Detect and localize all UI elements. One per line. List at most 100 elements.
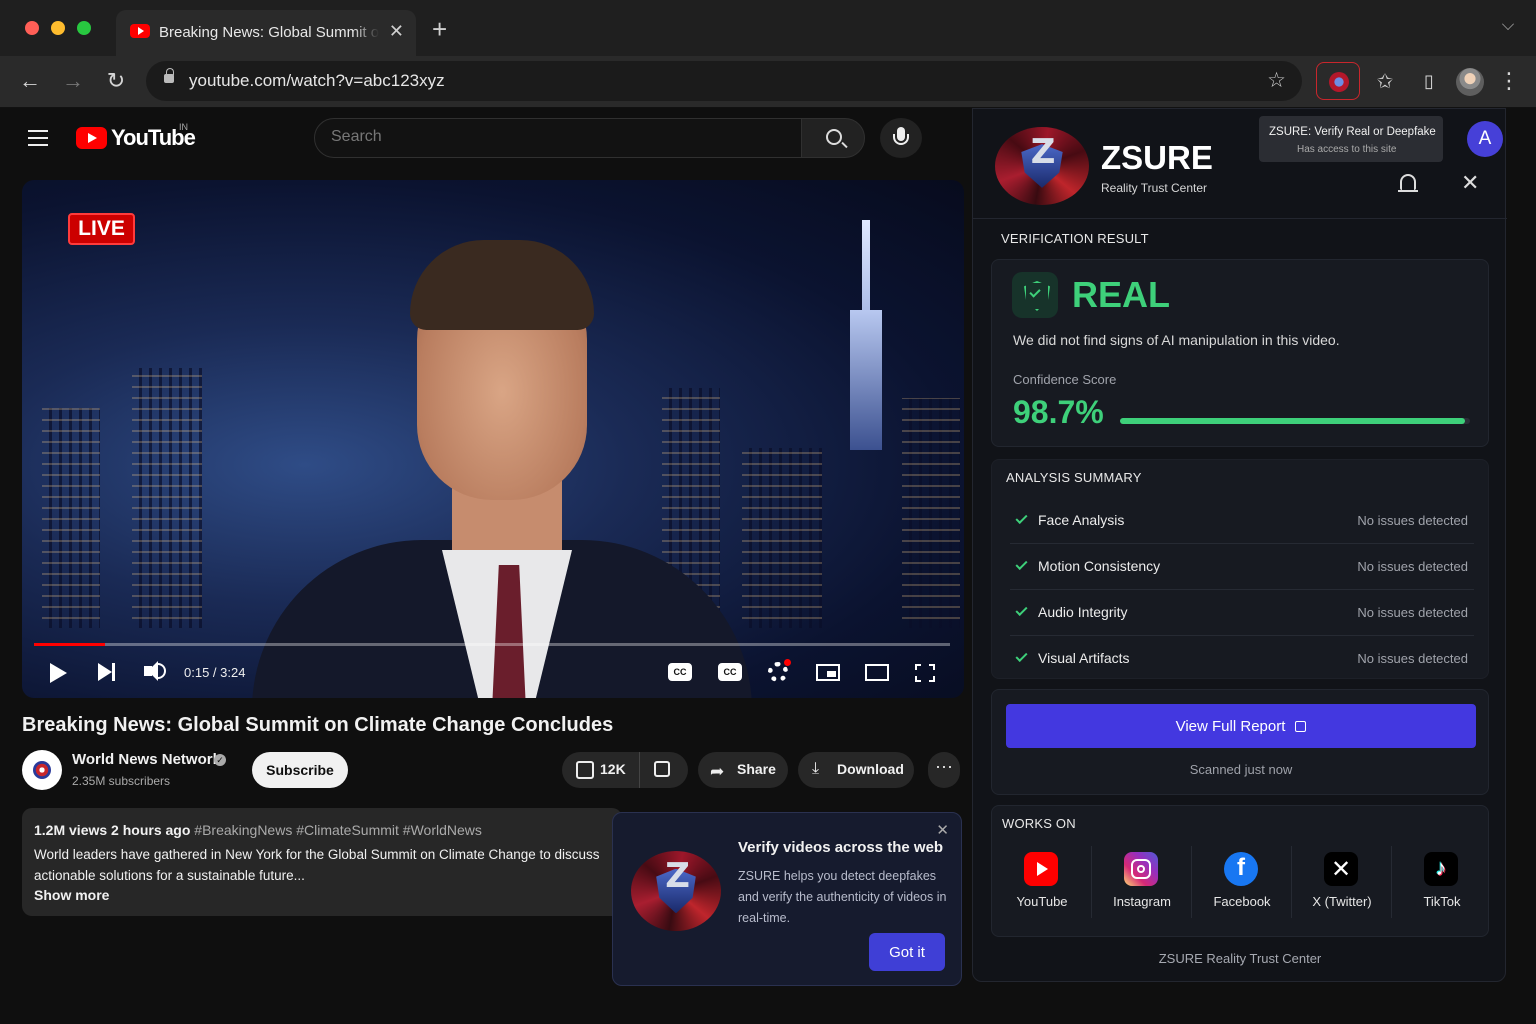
onboarding-text: ZSURE helps you detect deepfakes and ver…: [738, 869, 947, 925]
youtube-logo-icon[interactable]: [76, 127, 107, 149]
video-frame: [850, 220, 882, 450]
channel-avatar[interactable]: [22, 750, 62, 790]
platform-youtube[interactable]: YouTube: [992, 846, 1092, 918]
share-label: Share: [737, 761, 776, 777]
url-text[interactable]: youtube.com/watch?v=abc123xyz: [189, 71, 445, 91]
minimize-window-button[interactable]: [51, 21, 65, 35]
zsure-extension-button[interactable]: [1316, 62, 1360, 100]
verification-result-card: REAL We did not find signs of AI manipul…: [991, 259, 1489, 447]
video-title: Breaking News: Global Summit on Climate …: [22, 714, 614, 736]
next-video-icon[interactable]: [98, 663, 115, 681]
like-button[interactable]: 12K: [562, 752, 640, 788]
show-more-link[interactable]: Show more: [34, 887, 109, 903]
video-frame: [132, 368, 202, 628]
like-dislike-group: 12K: [562, 752, 688, 788]
platform-instagram[interactable]: Instagram: [1092, 846, 1192, 918]
external-link-icon: [1295, 720, 1307, 732]
view-count-and-date: 1.2M views 2 hours ago: [34, 822, 191, 838]
platform-tiktok[interactable]: ♪ TikTok: [1392, 846, 1492, 918]
analysis-status: No issues detected: [1357, 605, 1468, 620]
platform-label: Instagram: [1113, 894, 1171, 909]
works-on-label: WORKS ON: [1002, 816, 1076, 831]
video-progress-bar[interactable]: [34, 643, 950, 646]
tab-search-chevron-icon[interactable]: [1502, 18, 1514, 30]
side-panel-icon[interactable]: ▯: [1416, 68, 1442, 94]
address-bar[interactable]: youtube.com/watch?v=abc123xyz ☆: [146, 61, 1302, 101]
check-icon: [1015, 649, 1028, 663]
analysis-summary-card: ANALYSIS SUMMARY Face Analysis No issues …: [991, 459, 1489, 679]
confidence-value: 98.7%: [1013, 394, 1104, 430]
verdict-description: We did not find signs of AI manipulation…: [1013, 332, 1340, 348]
search-button[interactable]: [801, 118, 865, 158]
works-on-card: WORKS ON YouTube Instagram f Facebook ✕ X (Tw…: [991, 805, 1489, 937]
video-progress-fill: [34, 643, 105, 646]
theater-mode-icon[interactable]: [865, 664, 889, 681]
video-description[interactable]: 1.2M views 2 hours ago #BreakingNews #Cl…: [22, 808, 622, 916]
player-controls: 0:15 / 3:24 CC CC: [22, 650, 964, 698]
youtube-favicon-icon: [130, 24, 150, 38]
subscribe-button[interactable]: Subscribe: [252, 752, 348, 788]
profile-avatar[interactable]: [1456, 68, 1484, 96]
browser-titlebar: Breaking News: Global Summit on Climate …: [0, 0, 1536, 56]
tooltip-title: ZSURE: Verify Real or Deepfake: [1269, 126, 1436, 138]
bookmark-star-icon[interactable]: ☆: [1267, 68, 1286, 93]
analysis-name: Motion Consistency: [1038, 558, 1161, 574]
thumbs-up-icon: [576, 761, 594, 779]
zsure-emblem-icon: Z: [631, 851, 721, 931]
miniplayer-icon[interactable]: [816, 664, 840, 681]
search-input[interactable]: [331, 128, 771, 146]
platform-label: YouTube: [1016, 894, 1068, 909]
download-icon: ⤓: [812, 760, 820, 777]
bell-icon[interactable]: [1398, 174, 1418, 192]
reload-icon[interactable]: ↻: [103, 68, 129, 94]
zsure-onboarding-card: ✕ Z Verify videos across the web ZSURE h…: [612, 812, 962, 986]
share-icon: ➦: [710, 762, 725, 781]
got-it-button[interactable]: Got it: [869, 933, 945, 971]
close-panel-icon[interactable]: ✕: [1461, 170, 1479, 196]
forward-icon[interactable]: →: [60, 68, 86, 94]
confidence-label: Confidence Score: [1013, 372, 1117, 387]
voice-search-button[interactable]: [880, 118, 922, 158]
description-meta: 1.2M views 2 hours ago #BreakingNews #Cl…: [34, 822, 482, 838]
scan-status: Scanned just now: [1189, 762, 1293, 777]
share-button[interactable]: ➦ Share: [698, 752, 788, 788]
volume-wave-icon: [158, 663, 166, 679]
region-code: IN: [179, 122, 188, 132]
view-full-report-button[interactable]: View Full Report: [1006, 704, 1476, 748]
video-time: 0:15 / 3:24: [184, 665, 246, 680]
autoplay-toggle-icon[interactable]: CC: [668, 663, 692, 681]
browser-toolbar: ← → ↻ youtube.com/watch?v=abc123xyz ☆ ✩ …: [0, 56, 1536, 108]
subtitles-cc-icon[interactable]: CC: [718, 663, 742, 681]
more-actions-icon[interactable]: ···: [928, 752, 960, 788]
platform-facebook[interactable]: f Facebook: [1192, 846, 1292, 918]
platform-label: X (Twitter): [1312, 894, 1372, 909]
youtube-icon: [1024, 852, 1058, 886]
analysis-status: No issues detected: [1357, 651, 1468, 666]
hamburger-menu-icon[interactable]: [28, 130, 48, 146]
close-icon[interactable]: ✕: [936, 821, 949, 839]
play-icon[interactable]: [50, 663, 67, 683]
browser-menu-icon[interactable]: ⋮: [1496, 68, 1522, 94]
close-window-button[interactable]: [25, 21, 39, 35]
analysis-row: Face Analysis No issues detected: [1010, 498, 1474, 544]
search-icon: [826, 129, 842, 145]
platform-x[interactable]: ✕ X (Twitter): [1292, 846, 1392, 918]
fullscreen-icon[interactable]: [915, 664, 935, 682]
new-tab-icon[interactable]: +: [432, 16, 447, 42]
subscriber-count: 2.35M subscribers: [72, 774, 171, 788]
hashtags[interactable]: #BreakingNews #ClimateSummit #WorldNews: [194, 822, 482, 838]
close-tab-icon[interactable]: ✕: [389, 21, 404, 42]
channel-name[interactable]: World News Network: [72, 751, 221, 768]
download-label: Download: [837, 761, 904, 777]
search-box[interactable]: [314, 118, 802, 158]
extensions-puzzle-icon[interactable]: ✩: [1372, 68, 1398, 94]
download-button[interactable]: ⤓ Download: [798, 752, 914, 788]
dislike-button[interactable]: [640, 752, 688, 788]
lock-icon[interactable]: [164, 68, 174, 83]
volume-icon[interactable]: [144, 661, 158, 681]
maximize-window-button[interactable]: [77, 21, 91, 35]
back-icon[interactable]: ←: [17, 68, 43, 94]
video-player[interactable]: LIVE 0:15 / 3:24 CC CC: [22, 180, 964, 698]
user-avatar[interactable]: A: [1467, 121, 1503, 157]
browser-tab[interactable]: Breaking News: Global Summit on Climate …: [116, 10, 416, 56]
